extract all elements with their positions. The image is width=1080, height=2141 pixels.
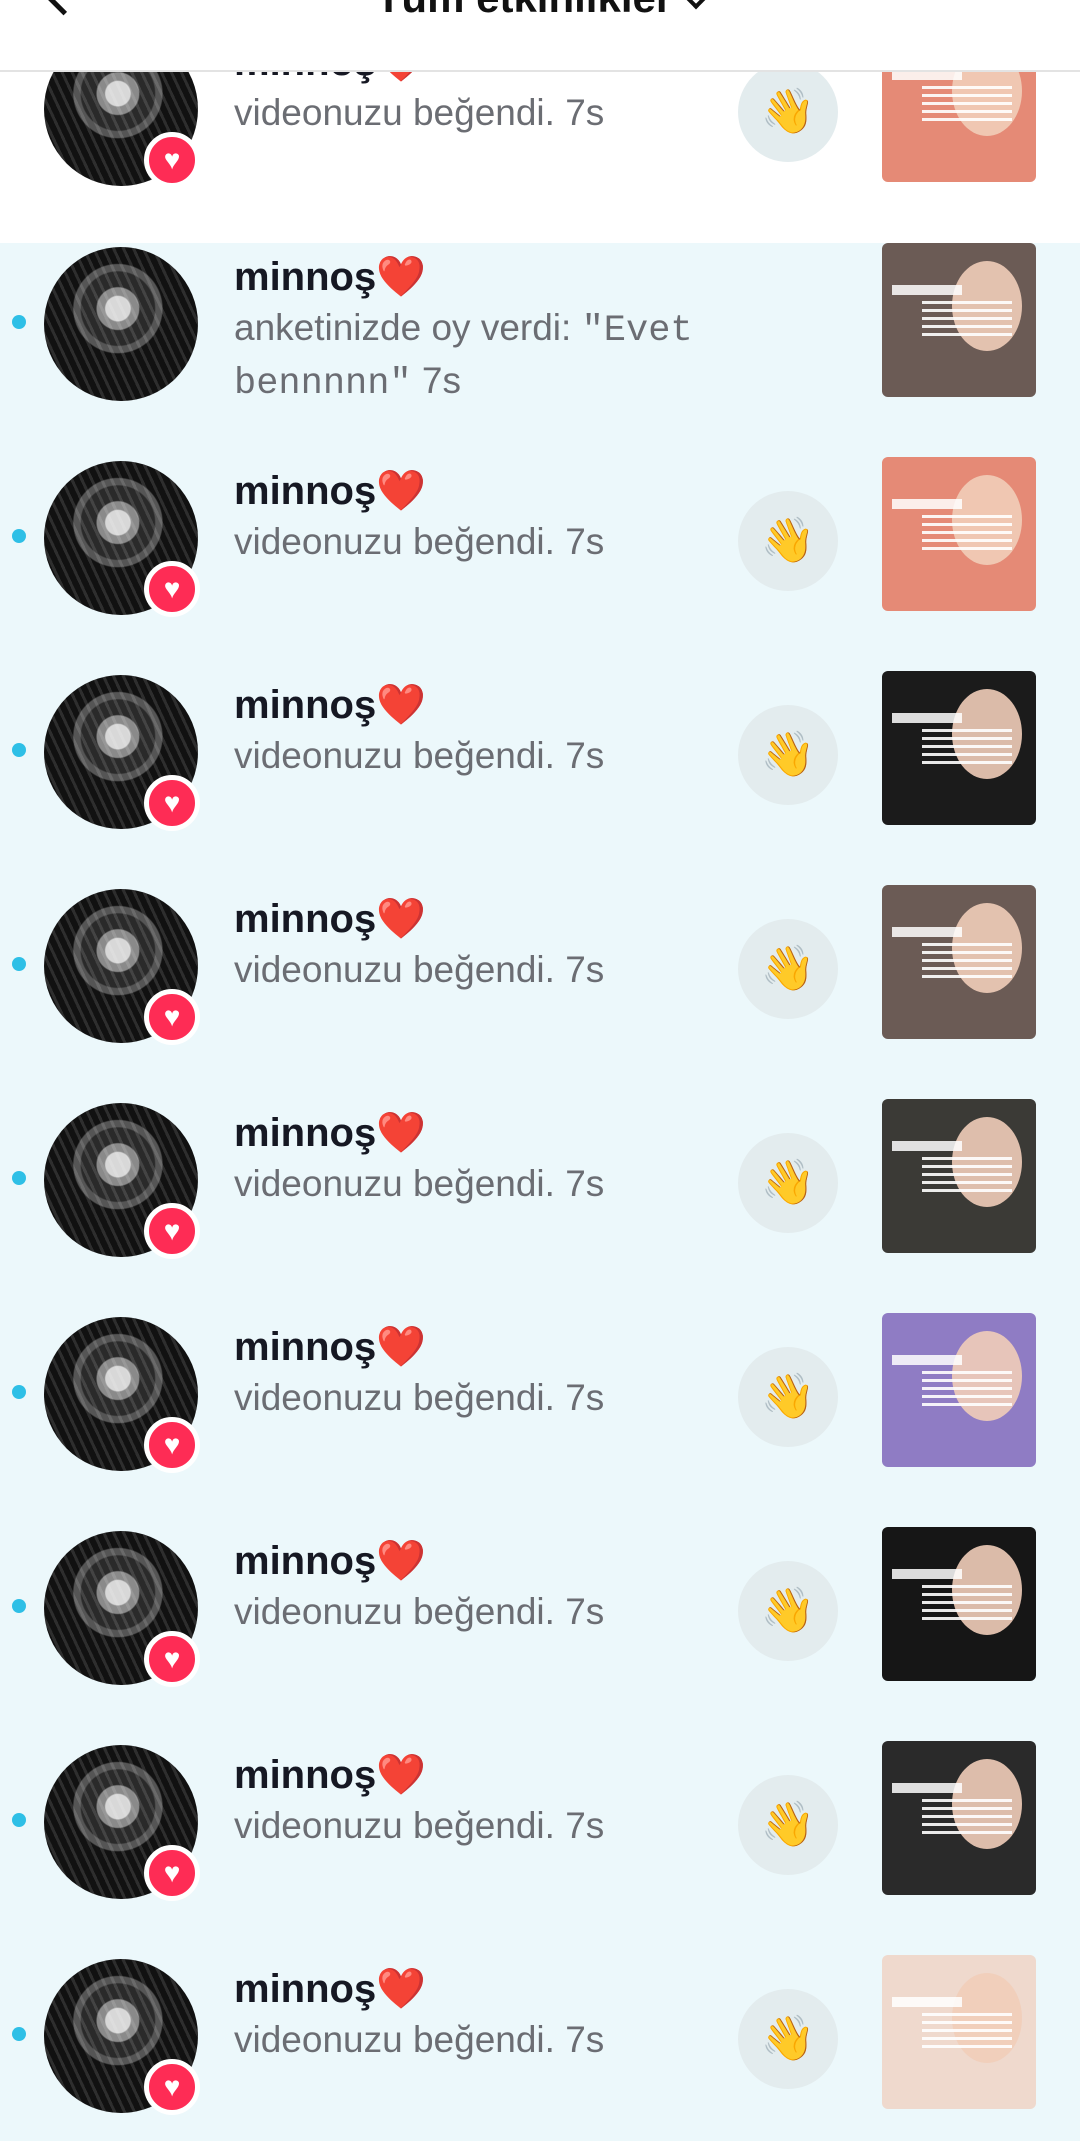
unread-dot xyxy=(12,1599,26,1613)
user-name[interactable]: minnoş❤️ xyxy=(234,683,426,727)
video-thumbnail[interactable] xyxy=(882,1527,1036,1681)
wave-back-button[interactable]: 👋 xyxy=(738,1133,838,1233)
video-thumbnail[interactable] xyxy=(882,457,1036,611)
waving-hand-icon: 👋 xyxy=(760,730,816,779)
notification-row[interactable]: ♥ minnoş❤️ videonuzu beğendi. 7s 👋 xyxy=(0,1285,1080,1499)
heart-badge-icon: ♥ xyxy=(144,1845,200,1901)
activity-filter[interactable]: Tüm etkinlikler xyxy=(0,0,1080,21)
activity-text: videonuzu beğendi. xyxy=(234,521,555,562)
notification-row[interactable]: ♥ minnoş❤️ videonuzu beğendi. 7s 👋 xyxy=(0,429,1080,643)
wave-back-button[interactable]: 👋 xyxy=(738,491,838,591)
timestamp: 7s xyxy=(565,1805,605,1846)
video-thumbnail[interactable] xyxy=(882,671,1036,825)
timestamp: 7s xyxy=(565,1377,605,1418)
activity-text: videonuzu beğendi. xyxy=(234,1591,555,1632)
video-thumbnail[interactable] xyxy=(882,1955,1036,2109)
notification-row[interactable]: ♥ minnoş❤️ videonuzu beğendi. 7s 👋 xyxy=(0,1499,1080,1713)
activity-text: videonuzu beğendi. xyxy=(234,92,555,133)
video-thumbnail[interactable] xyxy=(882,1741,1036,1895)
unread-dot xyxy=(12,1385,26,1399)
timestamp: 7s xyxy=(565,1163,605,1204)
notification-row[interactable]: minnoş❤️ anketinizde oy verdi: "Evet benn… xyxy=(0,215,1080,429)
notification-row[interactable]: ♥ minnoş❤️ videonuzu beğendi. 7s 👋 xyxy=(0,857,1080,1071)
waving-hand-icon: 👋 xyxy=(760,1372,816,1421)
user-name[interactable]: minnoş❤️ xyxy=(234,1753,426,1797)
unread-dot xyxy=(12,2027,26,2041)
heart-badge-icon: ♥ xyxy=(144,132,200,188)
wave-back-button[interactable]: 👋 xyxy=(738,1989,838,2089)
page-title: Tüm etkinlikler xyxy=(376,0,672,21)
top-bar: Tüm etkinlikler xyxy=(0,0,1080,72)
waving-hand-icon: 👋 xyxy=(760,516,816,565)
heart-badge-icon: ♥ xyxy=(144,989,200,1045)
waving-hand-icon: 👋 xyxy=(760,944,816,993)
heart-badge-icon: ♥ xyxy=(144,775,200,831)
avatar[interactable] xyxy=(44,247,198,401)
unread-dot xyxy=(12,743,26,757)
user-name[interactable]: minnoş❤️ xyxy=(234,1967,426,2011)
unread-dot xyxy=(12,1171,26,1185)
heart-badge-icon: ♥ xyxy=(144,1631,200,1687)
timestamp: 7s xyxy=(565,949,605,990)
waving-hand-icon: 👋 xyxy=(760,1158,816,1207)
chevron-down-icon xyxy=(684,0,708,10)
timestamp: 7s xyxy=(421,360,461,401)
activity-text: videonuzu beğendi. xyxy=(234,949,555,990)
wave-back-button[interactable]: 👋 xyxy=(738,919,838,1019)
unread-dot xyxy=(12,315,26,329)
activity-text: anketinizde oy verdi: xyxy=(234,307,572,348)
wave-back-button[interactable]: 👋 xyxy=(738,1561,838,1661)
wave-back-button[interactable]: 👋 xyxy=(738,1347,838,1447)
wave-back-button[interactable]: 👋 xyxy=(738,62,838,162)
waving-hand-icon: 👋 xyxy=(760,1800,816,1849)
heart-badge-icon: ♥ xyxy=(144,561,200,617)
heart-badge-icon: ♥ xyxy=(144,2059,200,2115)
unread-dot xyxy=(12,1813,26,1827)
video-thumbnail[interactable] xyxy=(882,885,1036,1039)
activity-text: videonuzu beğendi. xyxy=(234,1805,555,1846)
timestamp: 7s xyxy=(565,92,605,133)
activity-text: videonuzu beğendi. xyxy=(234,1163,555,1204)
timestamp: 7s xyxy=(565,1591,605,1632)
wave-back-button[interactable]: 👋 xyxy=(738,705,838,805)
timestamp: 7s xyxy=(565,735,605,776)
user-name[interactable]: minnoş❤️ xyxy=(234,469,426,513)
notification-row[interactable]: ♥ minnoş❤️ videonuzu beğendi. 7s 👋 xyxy=(0,1713,1080,1927)
user-name[interactable]: minnoş❤️ xyxy=(234,897,426,941)
waving-hand-icon: 👋 xyxy=(760,2014,816,2063)
video-thumbnail[interactable] xyxy=(882,1313,1036,1467)
heart-badge-icon: ♥ xyxy=(144,1203,200,1259)
timestamp: 7s xyxy=(565,521,605,562)
notification-row[interactable]: ♥ minnoş❤️ videonuzu beğendi. 7s 👋 xyxy=(0,643,1080,857)
notification-row[interactable]: ♥minnoş❤️videonuzu beğendi. 7s👋 xyxy=(0,1927,1080,2141)
video-thumbnail[interactable] xyxy=(882,1099,1036,1253)
activity-text: videonuzu beğendi. xyxy=(234,1377,555,1418)
unread-dot xyxy=(12,529,26,543)
waving-hand-icon: 👋 xyxy=(760,1586,816,1635)
activity-text: videonuzu beğendi. xyxy=(234,735,555,776)
user-name[interactable]: minnoş❤️ xyxy=(234,1111,426,1155)
user-name[interactable]: minnoş❤️ xyxy=(234,1539,426,1583)
video-thumbnail[interactable] xyxy=(882,243,1036,397)
heart-badge-icon: ♥ xyxy=(144,1417,200,1473)
user-name[interactable]: minnoş❤️ xyxy=(234,1325,426,1369)
waving-hand-icon: 👋 xyxy=(760,87,816,136)
wave-back-button[interactable]: 👋 xyxy=(738,1775,838,1875)
notification-row[interactable]: ♥ minnoş❤️ videonuzu beğendi. 7s 👋 xyxy=(0,1071,1080,1285)
user-name[interactable]: minnoş❤️ xyxy=(234,255,426,299)
unread-dot xyxy=(12,957,26,971)
